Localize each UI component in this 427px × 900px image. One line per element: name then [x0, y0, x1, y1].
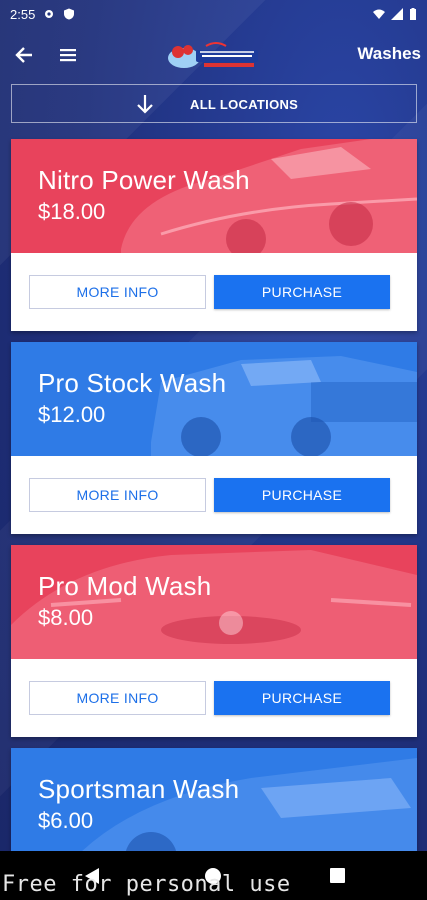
- signal-icon: [391, 8, 403, 20]
- card-banner: Pro Stock Wash $12.00: [11, 342, 417, 456]
- wash-card-pro-stock: Pro Stock Wash $12.00 MORE INFO PURCHASE: [11, 342, 417, 534]
- app-logo: [168, 42, 258, 68]
- settings-icon: [45, 10, 54, 18]
- wash-name: Nitro Power Wash: [38, 165, 250, 195]
- status-bar: 2:55: [0, 0, 427, 28]
- wash-card-nitro: Nitro Power Wash $18.00 MORE INFO PURCHA…: [11, 139, 417, 331]
- car-image: [11, 550, 417, 659]
- card-banner: Sportsman Wash $6.00: [11, 748, 417, 851]
- battery-icon: [410, 8, 416, 20]
- wash-name: Sportsman Wash: [38, 774, 240, 804]
- more-info-button[interactable]: MORE INFO: [29, 681, 206, 715]
- status-time: 2:55: [10, 6, 36, 22]
- truck-image: [151, 356, 417, 456]
- back-button[interactable]: [12, 43, 36, 67]
- more-info-button[interactable]: MORE INFO: [29, 478, 206, 512]
- more-info-button[interactable]: MORE INFO: [29, 275, 206, 309]
- purchase-button[interactable]: PURCHASE: [214, 681, 390, 715]
- nav-recents-icon[interactable]: [330, 868, 345, 883]
- watermark-text: Free for personal use: [2, 872, 291, 897]
- all-locations-button[interactable]: ALL LOCATIONS: [11, 84, 417, 123]
- card-actions: MORE INFO PURCHASE: [11, 659, 417, 737]
- car-image: [121, 139, 417, 253]
- wifi-icon: [373, 9, 385, 19]
- wash-name: Pro Mod Wash: [38, 571, 212, 601]
- card-actions: MORE INFO PURCHASE: [11, 456, 417, 534]
- card-actions: MORE INFO PURCHASE: [11, 253, 417, 331]
- hamburger-menu-icon: [60, 49, 76, 62]
- all-locations-label: ALL LOCATIONS: [190, 97, 299, 112]
- wash-price: $6.00: [38, 808, 94, 833]
- card-banner: Nitro Power Wash $18.00: [11, 139, 417, 253]
- arrow-down-icon: [137, 95, 153, 114]
- card-banner: Pro Mod Wash $8.00: [11, 545, 417, 659]
- app-bar: Washes: [0, 28, 427, 82]
- wash-price: $18.00: [38, 199, 106, 224]
- purchase-button[interactable]: PURCHASE: [214, 275, 390, 309]
- wash-name: Pro Stock Wash: [38, 368, 227, 398]
- wash-price: $12.00: [38, 402, 106, 427]
- wash-price: $8.00: [38, 605, 94, 630]
- wash-card-pro-mod: Pro Mod Wash $8.00 MORE INFO PURCHASE: [11, 545, 417, 737]
- menu-button[interactable]: [56, 43, 80, 67]
- shield-icon: [64, 8, 75, 20]
- purchase-button[interactable]: PURCHASE: [214, 478, 390, 512]
- wash-card-sportsman: Sportsman Wash $6.00: [11, 748, 417, 851]
- arrow-back-icon: [15, 47, 32, 63]
- page-title: Washes: [357, 44, 421, 63]
